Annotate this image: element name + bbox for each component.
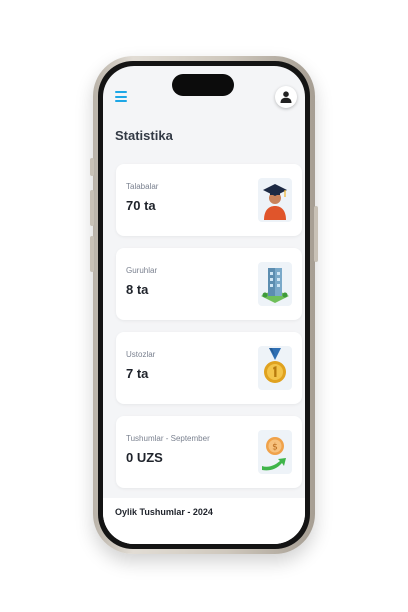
stat-card-students[interactable]: Talabalar 70 ta	[116, 164, 302, 236]
stat-card-groups[interactable]: Guruhlar 8 ta	[116, 248, 302, 320]
graduate-icon	[258, 178, 292, 222]
stat-label: Ustozlar	[126, 350, 156, 359]
stat-value: 7 ta	[126, 366, 149, 381]
stat-label: Talabalar	[126, 182, 159, 191]
page-title: Statistika	[115, 128, 173, 143]
stat-card-teachers[interactable]: Ustozlar 7 ta	[116, 332, 302, 404]
stat-label: Tushumlar - September	[126, 434, 210, 443]
mute-switch	[90, 158, 94, 176]
monthly-income-section: Oylik Tushumlar - 2024	[103, 498, 305, 544]
stat-value: 70 ta	[126, 198, 156, 213]
app-screen: Statistika Talabalar 70 ta Guruhlar 8 ta	[103, 66, 305, 544]
stat-value: 0 UZS	[126, 450, 163, 465]
stat-card-income[interactable]: Tushumlar - September 0 UZS $	[116, 416, 302, 488]
phone-bezel: Statistika Talabalar 70 ta Guruhlar 8 ta	[98, 61, 310, 549]
stat-value: 8 ta	[126, 282, 149, 297]
medal-icon	[258, 346, 292, 390]
monthly-income-title: Oylik Tushumlar - 2024	[115, 507, 213, 517]
stat-label: Guruhlar	[126, 266, 158, 275]
phone-frame: Statistika Talabalar 70 ta Guruhlar 8 ta	[90, 56, 318, 554]
hamburger-menu-icon[interactable]	[115, 91, 127, 102]
building-icon	[258, 262, 292, 306]
income-coin-icon: $	[258, 430, 292, 474]
profile-button[interactable]	[275, 86, 297, 108]
svg-text:$: $	[272, 443, 278, 453]
power-button	[314, 206, 318, 262]
dynamic-island	[172, 74, 234, 96]
user-icon	[280, 91, 292, 103]
volume-up-button	[90, 190, 94, 226]
volume-down-button	[90, 236, 94, 272]
